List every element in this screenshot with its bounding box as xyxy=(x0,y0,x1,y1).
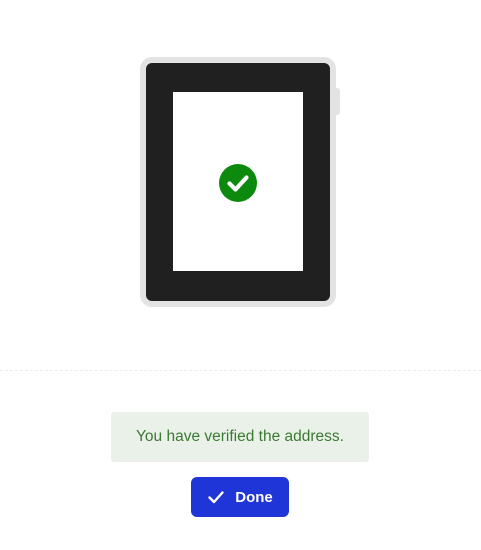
verification-page: You have verified the address. Done xyxy=(0,0,481,550)
checkmark-icon xyxy=(207,488,225,506)
section-divider xyxy=(0,370,481,371)
check-circle-icon xyxy=(219,164,257,202)
success-message-banner: You have verified the address. xyxy=(111,412,369,462)
success-message-text: You have verified the address. xyxy=(136,428,344,445)
done-button[interactable]: Done xyxy=(191,477,289,517)
device-side-button xyxy=(334,88,340,115)
done-button-label: Done xyxy=(235,488,273,506)
